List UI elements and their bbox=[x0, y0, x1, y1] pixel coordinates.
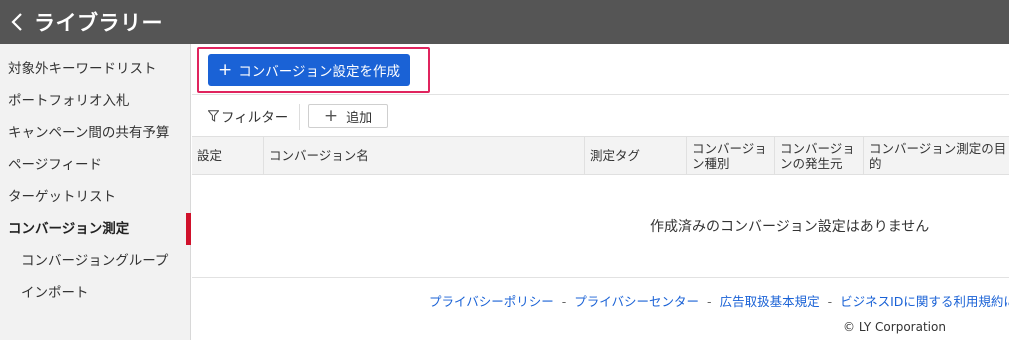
create-conversion-button[interactable]: + コンバージョン設定を作成 bbox=[208, 54, 410, 86]
sidebar: 対象外キーワードリスト ポートフォリオ入札 キャンペーン間の共有予算 ページフィ… bbox=[0, 44, 191, 340]
sidebar-item-shared-budget[interactable]: キャンペーン間の共有予算 bbox=[0, 117, 190, 149]
empty-state-message: 作成済みのコンバージョン設定はありません bbox=[650, 219, 930, 235]
plus-icon: + bbox=[323, 105, 339, 126]
column-header-conversion-name[interactable]: コンバージョン名 bbox=[263, 137, 584, 174]
footer-links: プライバシーポリシー - プライバシーセンター - 広告取扱基本規定 - ビジネスIDに関す… bbox=[429, 291, 1009, 310]
footer-separator: - bbox=[707, 294, 712, 309]
footer-link-ad-terms[interactable]: 広告取扱基本規定 bbox=[720, 294, 820, 309]
add-label: 追加 bbox=[346, 110, 373, 126]
page-title: ライブラリー bbox=[34, 11, 163, 35]
copyright: © LY Corporation bbox=[843, 320, 946, 334]
sidebar-item-import[interactable]: インポート bbox=[0, 277, 190, 309]
column-header-conversion-source[interactable]: コンバージョンの発生元 bbox=[774, 137, 863, 174]
sidebar-item-negative-keyword-list[interactable]: 対象外キーワードリスト bbox=[0, 53, 190, 85]
table-header: 設定 コンバージョン名 測定タグ コンバージョン種別 コンバージョンの発生元 コ… bbox=[192, 136, 1009, 175]
add-filter-button[interactable]: + 追加 bbox=[308, 104, 388, 128]
plus-icon: + bbox=[218, 59, 233, 80]
column-header-setting[interactable]: 設定 bbox=[192, 137, 263, 174]
filter-label: フィルター bbox=[221, 110, 289, 126]
main-content: + コンバージョン設定を作成 フィルター + 追加 設定 コンバージョン名 測定… bbox=[192, 44, 1009, 340]
column-header-measurement-tag[interactable]: 測定タグ bbox=[584, 137, 686, 174]
sidebar-item-conversion-group[interactable]: コンバージョングループ bbox=[0, 245, 190, 277]
footer-link-business-id-terms[interactable]: ビジネスIDに関する利用規約につ bbox=[840, 294, 1009, 309]
filter-icon bbox=[208, 110, 219, 122]
footer-link-privacy-policy[interactable]: プライバシーポリシー bbox=[429, 294, 554, 309]
create-conversion-label: コンバージョン設定を作成 bbox=[238, 64, 400, 80]
toolbar: + コンバージョン設定を作成 bbox=[192, 44, 1009, 95]
divider bbox=[299, 104, 300, 130]
footer-link-privacy-center[interactable]: プライバシーセンター bbox=[574, 294, 699, 309]
sidebar-item-page-feed[interactable]: ページフィード bbox=[0, 149, 190, 181]
back-arrow-icon[interactable] bbox=[0, 0, 34, 44]
filter-button[interactable]: フィルター bbox=[208, 105, 288, 127]
page-header: ライブラリー bbox=[0, 0, 1009, 44]
footer-separator: - bbox=[561, 294, 567, 309]
filter-bar: フィルター + 追加 bbox=[192, 95, 1009, 137]
column-header-conversion-type[interactable]: コンバージョン種別 bbox=[686, 137, 774, 174]
sidebar-item-portfolio-bidding[interactable]: ポートフォリオ入札 bbox=[0, 85, 190, 117]
footer-divider bbox=[192, 277, 1009, 278]
column-header-conversion-purpose[interactable]: コンバージョン測定の目的 bbox=[863, 137, 1009, 174]
footer-separator: - bbox=[827, 294, 833, 309]
sidebar-item-target-list[interactable]: ターゲットリスト bbox=[0, 181, 190, 213]
sidebar-item-conversion-measurement[interactable]: コンバージョン測定 bbox=[0, 213, 191, 245]
